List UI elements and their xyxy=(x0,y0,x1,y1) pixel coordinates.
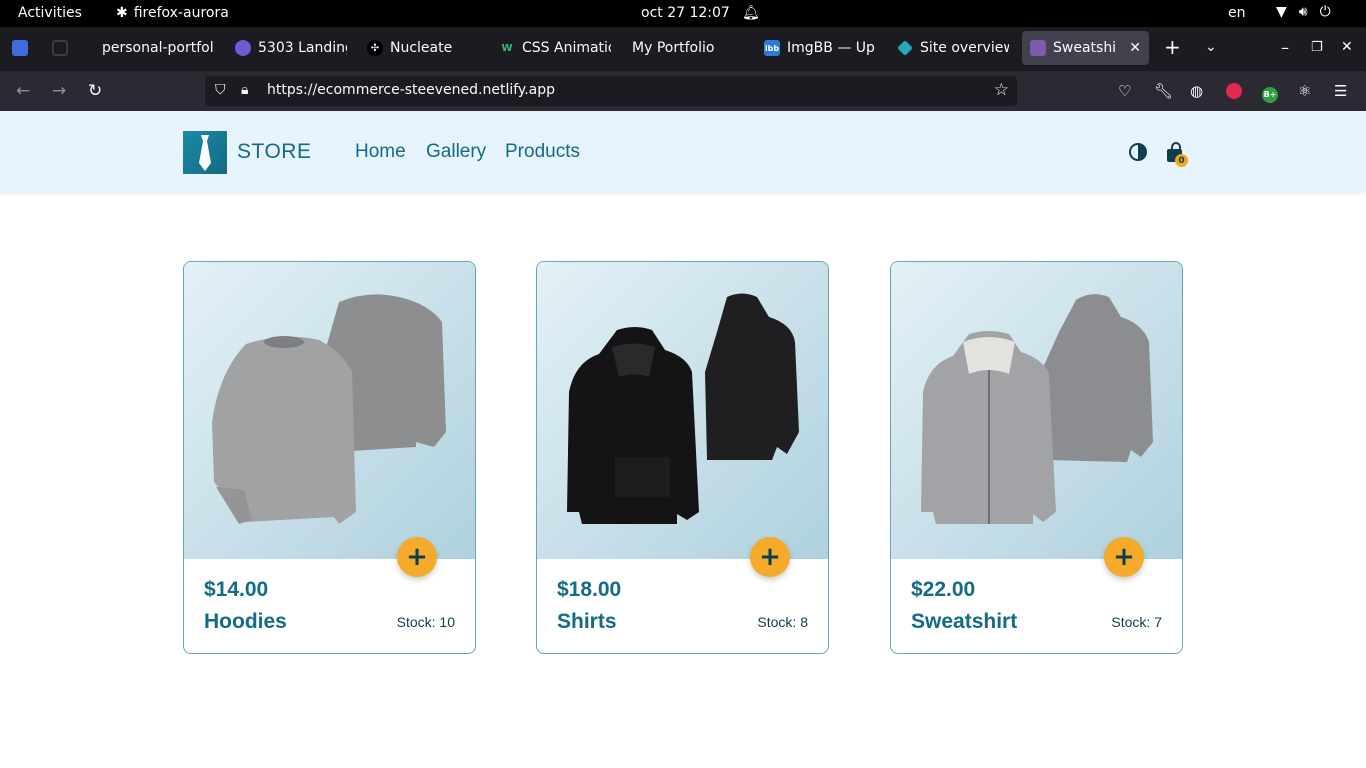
lock-icon[interactable]: 🔒︎ xyxy=(241,82,248,98)
tie-icon xyxy=(199,135,211,171)
netlify-icon xyxy=(897,40,913,56)
nav-products[interactable]: Products xyxy=(505,141,580,163)
minimize-icon[interactable]: – xyxy=(1281,38,1289,57)
web-page: STORE Home Gallery Products 0 + $14.00 H… xyxy=(0,111,1366,768)
tab-my-portfolio[interactable]: My Portfolio xyxy=(632,31,744,65)
app-name: firefox-aurora xyxy=(133,5,229,21)
list-tabs-icon[interactable]: ⌄ xyxy=(1205,39,1217,55)
input-language[interactable]: en xyxy=(1228,5,1246,21)
system-top-bar: Activities ✱ firefox-aurora oct 27 12:07… xyxy=(0,0,1366,27)
navigation-toolbar: ← → ↻ ⛉ 🔒︎ https://ecommerce-steevened.n… xyxy=(0,71,1366,111)
wifi-icon: ▼ xyxy=(1276,4,1287,20)
reload-icon[interactable]: ↻ xyxy=(88,81,102,101)
nav-home[interactable]: Home xyxy=(355,141,406,163)
tab-title: personal-portfoli xyxy=(102,40,214,56)
menu-hamburger-icon[interactable]: ☰ xyxy=(1334,82,1347,100)
store-icon xyxy=(1030,40,1046,56)
tab-title: 5303 Landing xyxy=(258,40,347,56)
notification-bell-icon: 🔔︎ xyxy=(742,5,760,21)
bookmark-star-icon[interactable]: ☆ xyxy=(994,80,1009,100)
product-price: $18.00 xyxy=(557,578,622,601)
product-price: $14.00 xyxy=(204,578,269,601)
url-text[interactable]: https://ecommerce-steevened.netlify.app xyxy=(267,82,555,98)
tab-title: CSS Animatio xyxy=(522,40,611,56)
product-image xyxy=(537,262,828,559)
product-card: + $22.00 Sweatshirt Stock: 7 xyxy=(890,261,1183,654)
tab-sweatshirt[interactable]: Sweatshirt ✕ xyxy=(1022,31,1149,65)
add-to-cart-button[interactable]: + xyxy=(397,537,437,577)
close-tab-icon[interactable]: ✕ xyxy=(1129,40,1141,56)
power-icon: ⏻ xyxy=(1319,4,1331,20)
shield-logo-icon xyxy=(235,40,251,56)
ibb-icon: ibb xyxy=(764,40,780,56)
forward-icon[interactable]: → xyxy=(52,81,66,101)
plus-icon: + xyxy=(1113,542,1135,572)
cart-count-badge: 0 xyxy=(1175,154,1188,167)
brand-name[interactable]: STORE xyxy=(237,140,311,164)
w-icon: W xyxy=(501,42,513,54)
new-tab-icon[interactable]: + xyxy=(1164,35,1181,59)
app-menu[interactable]: ✱ firefox-aurora xyxy=(116,5,229,21)
nav-gallery[interactable]: Gallery xyxy=(426,141,486,163)
tab-personal-portfolio[interactable]: personal-portfoli xyxy=(102,31,214,65)
react-devtools-icon[interactable]: ⚛ xyxy=(1298,82,1311,100)
tab-strip: personal-portfoli 5303 Landing ✣ Nucleat… xyxy=(0,27,1366,71)
ublock-icon[interactable] xyxy=(1226,83,1242,103)
tab-css-animation[interactable]: W CSS Animatio xyxy=(499,31,611,65)
add-to-cart-button[interactable]: + xyxy=(1104,537,1144,577)
app-icon: ✱ xyxy=(116,5,128,21)
tab-site-overview[interactable]: Site overview xyxy=(897,31,1009,65)
volume-icon: 🔊︎ xyxy=(1298,4,1308,20)
plus-icon: + xyxy=(759,542,781,572)
product-price: $22.00 xyxy=(911,578,976,601)
product-name: Shirts xyxy=(557,610,617,633)
tab-imgbb[interactable]: ibb ImgBB — Upl xyxy=(764,31,876,65)
tab-title: My Portfolio xyxy=(632,40,715,56)
clock[interactable]: oct 27 12:07 xyxy=(641,5,730,21)
plus-icon: + xyxy=(406,542,428,572)
tab-5303-landing[interactable]: 5303 Landing xyxy=(235,31,347,65)
product-name: Sweatshirt xyxy=(911,610,1018,633)
theme-toggle-icon[interactable] xyxy=(1128,142,1148,162)
nucleate-icon: ✣ xyxy=(367,40,383,56)
system-tray[interactable]: ▼ 🔊︎ ⏻ xyxy=(1276,4,1331,20)
firefox-view-icon[interactable] xyxy=(12,40,28,60)
grade-extension-icon[interactable]: B+ xyxy=(1262,83,1278,103)
tracking-shield-icon[interactable]: ⛉ xyxy=(215,82,226,98)
tab-title: Site overview xyxy=(920,40,1009,56)
store-logo[interactable] xyxy=(183,131,227,174)
tab-title: Sweatshirt xyxy=(1053,40,1117,56)
product-stock: Stock: 10 xyxy=(396,614,455,630)
activities-button[interactable]: Activities xyxy=(18,5,82,21)
tab-title: Nucleate xyxy=(390,40,453,56)
site-header: STORE Home Gallery Products 0 xyxy=(0,111,1366,193)
address-bar[interactable]: ⛉ 🔒︎ https://ecommerce-steevened.netlify… xyxy=(205,76,1017,106)
add-to-cart-button[interactable]: + xyxy=(750,537,790,577)
product-card: + $14.00 Hoodies Stock: 10 xyxy=(183,261,476,654)
tab-title: ImgBB — Upl xyxy=(787,40,876,56)
product-name: Hoodies xyxy=(204,610,287,633)
product-card: + $18.00 Shirts Stock: 8 xyxy=(536,261,829,654)
restore-icon[interactable]: ❐ xyxy=(1311,40,1323,55)
back-icon[interactable]: ← xyxy=(16,81,30,101)
container-tab-icon[interactable] xyxy=(52,40,68,60)
product-stock: Stock: 8 xyxy=(757,614,808,630)
globe-icon[interactable]: ◍ xyxy=(1190,82,1203,100)
product-image xyxy=(184,262,475,559)
pocket-icon[interactable]: ♡ xyxy=(1118,82,1131,100)
product-stock: Stock: 7 xyxy=(1111,614,1162,630)
product-image xyxy=(891,262,1182,559)
tab-nucleate[interactable]: ✣ Nucleate xyxy=(367,31,479,65)
wrench-icon[interactable]: 🔧︎ xyxy=(1154,82,1173,100)
close-window-icon[interactable]: ✕ xyxy=(1341,39,1353,55)
